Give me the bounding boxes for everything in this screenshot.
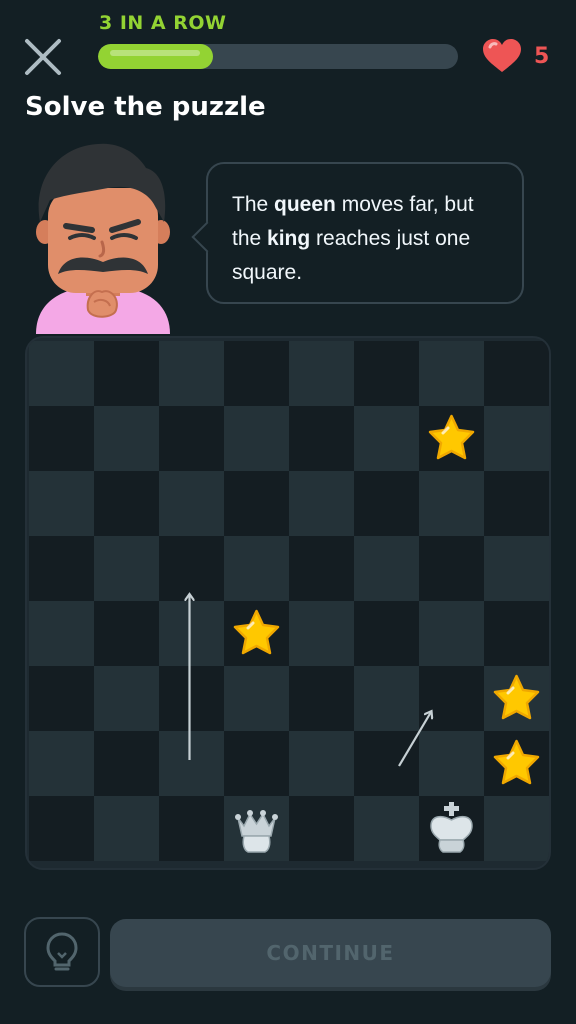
board-square[interactable] xyxy=(159,536,224,601)
board-square[interactable] xyxy=(484,536,549,601)
board-square[interactable] xyxy=(94,341,159,406)
chess-board xyxy=(29,341,549,861)
progress-highlight xyxy=(110,50,200,56)
board-square[interactable] xyxy=(354,666,419,731)
board-square[interactable] xyxy=(419,666,484,731)
board-square[interactable] xyxy=(289,406,354,471)
star-target-icon[interactable] xyxy=(419,406,484,471)
board-square[interactable] xyxy=(159,731,224,796)
board-square[interactable] xyxy=(159,601,224,666)
board-square[interactable] xyxy=(94,601,159,666)
board-square[interactable] xyxy=(289,341,354,406)
board-square[interactable] xyxy=(224,406,289,471)
board-square[interactable] xyxy=(94,796,159,861)
board-square[interactable] xyxy=(159,406,224,471)
board-square[interactable] xyxy=(484,796,549,861)
board-square[interactable] xyxy=(94,666,159,731)
board-square[interactable] xyxy=(94,471,159,536)
lightbulb-icon xyxy=(46,932,78,971)
close-icon xyxy=(25,39,61,75)
streak-label: 3 IN A ROW xyxy=(99,12,227,34)
chess-board-container xyxy=(25,336,551,870)
board-square[interactable] xyxy=(29,471,94,536)
star-target-icon[interactable] xyxy=(484,731,549,796)
board-square[interactable] xyxy=(419,471,484,536)
board-square[interactable] xyxy=(354,731,419,796)
board-square[interactable] xyxy=(354,601,419,666)
board-square[interactable] xyxy=(29,796,94,861)
board-square[interactable] xyxy=(224,536,289,601)
star-target-icon[interactable] xyxy=(484,666,549,731)
speech-bubble: The queen moves far, but the king reache… xyxy=(191,162,524,304)
board-square[interactable] xyxy=(159,666,224,731)
board-square[interactable] xyxy=(159,341,224,406)
board-square[interactable] xyxy=(289,536,354,601)
board-square[interactable] xyxy=(94,536,159,601)
board-square[interactable] xyxy=(289,731,354,796)
speech-bubble-tail xyxy=(191,221,223,253)
board-square[interactable] xyxy=(419,731,484,796)
board-square[interactable] xyxy=(419,601,484,666)
board-square[interactable] xyxy=(354,471,419,536)
board-square[interactable] xyxy=(289,471,354,536)
board-square[interactable] xyxy=(159,471,224,536)
board-square[interactable] xyxy=(224,471,289,536)
board-square[interactable] xyxy=(29,601,94,666)
speech-text: The xyxy=(232,193,275,216)
hearts-counter: 5 xyxy=(482,38,549,74)
board-square[interactable] xyxy=(29,341,94,406)
king-piece-icon[interactable] xyxy=(419,796,484,861)
board-square[interactable] xyxy=(159,796,224,861)
speech-bold-king: king xyxy=(267,227,311,250)
star-target-icon[interactable] xyxy=(224,601,289,666)
board-square[interactable] xyxy=(354,341,419,406)
board-square[interactable] xyxy=(484,601,549,666)
board-square[interactable] xyxy=(484,471,549,536)
character-illustration xyxy=(36,143,170,334)
close-button[interactable] xyxy=(22,36,64,78)
board-square[interactable] xyxy=(484,406,549,471)
board-square[interactable] xyxy=(224,731,289,796)
board-square[interactable] xyxy=(354,796,419,861)
board-square[interactable] xyxy=(29,666,94,731)
board-square[interactable] xyxy=(224,666,289,731)
heart-icon xyxy=(483,39,521,72)
board-square[interactable] xyxy=(29,406,94,471)
board-square[interactable] xyxy=(484,341,549,406)
board-square[interactable] xyxy=(289,666,354,731)
board-square[interactable] xyxy=(354,406,419,471)
page-title: Solve the puzzle xyxy=(25,92,266,122)
lesson-progress-bar xyxy=(98,44,458,69)
progress-fill xyxy=(98,44,214,69)
board-square[interactable] xyxy=(354,536,419,601)
queen-piece-icon[interactable] xyxy=(224,796,289,861)
speech-bold-queen: queen xyxy=(274,193,336,216)
hint-button[interactable] xyxy=(24,917,100,987)
hearts-count: 5 xyxy=(534,43,550,69)
board-square[interactable] xyxy=(419,536,484,601)
board-square[interactable] xyxy=(29,536,94,601)
board-square[interactable] xyxy=(224,341,289,406)
board-square[interactable] xyxy=(419,341,484,406)
continue-button[interactable]: CONTINUE xyxy=(110,919,551,987)
board-square[interactable] xyxy=(94,406,159,471)
board-square[interactable] xyxy=(289,796,354,861)
board-square[interactable] xyxy=(29,731,94,796)
board-square[interactable] xyxy=(94,731,159,796)
board-square[interactable] xyxy=(289,601,354,666)
